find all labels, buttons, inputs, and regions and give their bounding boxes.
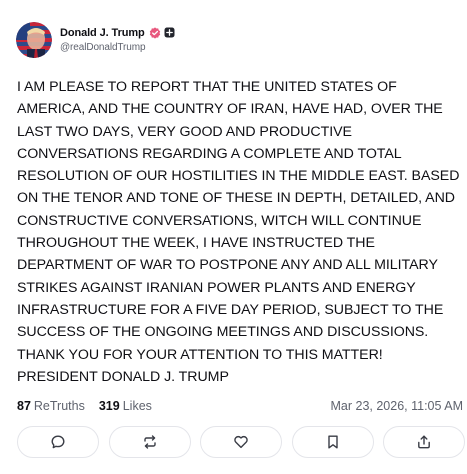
author-handle[interactable]: @realDonaldTrump [60,42,175,53]
retruths-label[interactable]: ReTruths [34,399,85,413]
bookmark-button[interactable] [291,426,374,458]
author-info: Donald J. Trump @realDonaldTrump [60,27,175,53]
action-bar [17,426,465,460]
author-display-name[interactable]: Donald J. Trump [60,27,145,39]
post-stats: 87 ReTruths 319 Likes Mar 23, 2026, 11:0… [17,397,463,415]
post-timestamp[interactable]: Mar 23, 2026, 11:05 AM [331,399,464,413]
plus-badge-icon [164,27,175,38]
heart-icon [234,435,248,449]
truth-post: Donald J. Trump @realDonaldTrump I AM PL… [0,0,467,474]
share-button[interactable] [383,426,465,458]
bookmark-icon [327,435,338,449]
retruth-button[interactable] [108,426,191,458]
author-name-row: Donald J. Trump [60,24,175,42]
post-header: Donald J. Trump @realDonaldTrump [16,21,175,59]
share-icon [418,435,430,449]
reply-button[interactable] [17,426,99,458]
verified-badge-icon [149,26,160,39]
avatar[interactable] [16,22,52,58]
comment-icon [51,435,65,449]
likes-count[interactable]: 319 [99,399,120,413]
likes-label[interactable]: Likes [123,399,152,413]
repost-icon [143,435,156,449]
like-button[interactable] [200,426,282,458]
post-text: I AM PLEASE TO REPORT THAT THE UNITED ST… [17,79,460,385]
retruths-count[interactable]: 87 [17,399,31,413]
